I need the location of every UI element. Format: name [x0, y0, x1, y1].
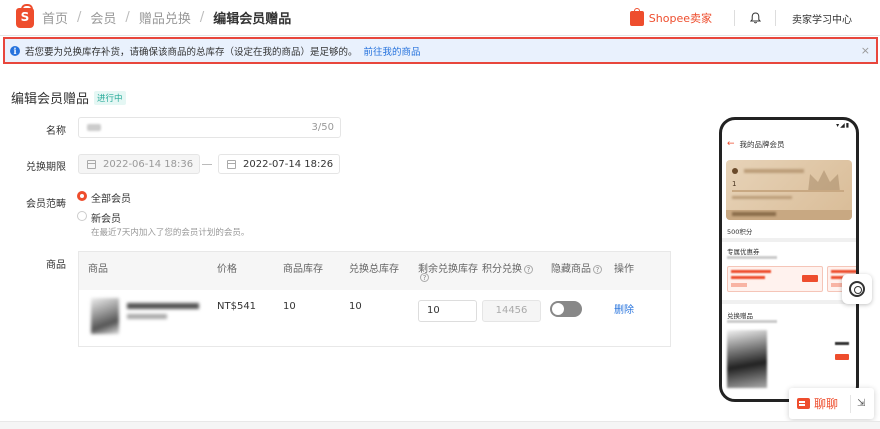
- seller-learning-center-link[interactable]: 卖家学习中心: [776, 11, 880, 26]
- radio-new-members[interactable]: [77, 211, 87, 221]
- status-icons: ▾◢▮: [836, 122, 850, 129]
- shopee-bag-icon: [629, 7, 644, 26]
- th-action: 操作: [614, 264, 634, 275]
- page-bottom-edge: [0, 421, 880, 429]
- chat-icon: [797, 398, 810, 409]
- level-progress-bar: [732, 190, 844, 192]
- radio-all-members[interactable]: [77, 191, 87, 201]
- name-char-count: 3/50: [311, 122, 334, 133]
- th-points: 积分兑换?: [482, 260, 533, 275]
- top-navigation-bar: S 首页 / 会员 / 赠品兑换 / 编辑会员赠品 Shopee卖家 卖家学习中…: [0, 0, 880, 36]
- gift-thumbnail: [727, 330, 767, 388]
- shopee-seller-brand[interactable]: Shopee卖家: [629, 7, 712, 26]
- calendar-icon: [227, 159, 236, 169]
- product-price: NT$541: [217, 301, 257, 312]
- new-members-label[interactable]: 新会员: [91, 210, 121, 225]
- breadcrumb-gift-exchange[interactable]: 赠品兑换: [139, 8, 191, 27]
- question-icon[interactable]: ?: [524, 264, 533, 274]
- product-label: 商品: [46, 260, 66, 271]
- remaining-stock-input[interactable]: 10: [418, 300, 477, 322]
- start-date-field: 2022-06-14 18:36: [78, 154, 200, 174]
- page-title-text: 编辑会员赠品: [11, 92, 90, 107]
- breadcrumb-separator: /: [199, 10, 205, 25]
- brand-label: Shopee卖家: [648, 12, 712, 25]
- chat-label[interactable]: 聊聊: [814, 395, 838, 412]
- new-members-hint: 在最近7天内加入了您的会员计划的会员。: [91, 228, 250, 238]
- calendar-icon: [87, 159, 96, 169]
- card-footer: [726, 210, 852, 220]
- exchange-total-stock: 10: [349, 301, 362, 312]
- blurred-progress-text: [732, 196, 792, 199]
- voucher-card: [727, 266, 823, 292]
- th-hide-text: 隐藏商品: [551, 264, 591, 275]
- member-level: 1: [732, 180, 737, 188]
- blurred-username: [744, 169, 804, 173]
- th-product: 商品: [88, 264, 108, 275]
- breadcrumb-separator: /: [125, 10, 130, 25]
- name-input[interactable]: 3/50: [78, 117, 341, 138]
- notice-message: 若您要为兑换库存补货，请确保该商品的总库存（设定在我的商品）是足够的。: [25, 46, 358, 58]
- status-badge: 进行中: [94, 90, 126, 105]
- gift-card-partial: [835, 330, 853, 380]
- breadcrumb-current: 编辑会员赠品: [213, 12, 292, 27]
- th-hide-product: 隐藏商品?: [551, 260, 602, 275]
- period-label: 兑换期限: [26, 162, 66, 173]
- delete-link[interactable]: 删除: [614, 301, 634, 316]
- member-points: 500积分: [727, 228, 753, 236]
- back-arrow-icon: ←: [727, 139, 735, 149]
- end-date-field[interactable]: 2022-07-14 18:26: [218, 154, 340, 174]
- blurred-name-value: [87, 124, 101, 131]
- avatar: [732, 168, 738, 174]
- th-exchange-total-stock: 兑换总库存: [349, 264, 399, 275]
- question-icon[interactable]: ?: [593, 264, 602, 274]
- divider: [850, 394, 852, 413]
- name-label: 名称: [46, 126, 66, 137]
- th-remaining-stock: 剩余兑换库存: [418, 264, 478, 275]
- blurred-subtitle: [727, 256, 777, 259]
- breadcrumb-member[interactable]: 会员: [90, 8, 116, 27]
- vouchers-section-title: 专属优惠券: [727, 248, 760, 256]
- phone-title: 我的品牌会员: [739, 139, 785, 149]
- info-icon: i: [10, 45, 20, 56]
- membership-card: 1: [726, 160, 852, 220]
- product-thumbnail: [91, 298, 119, 334]
- th-points-text: 积分兑换: [482, 264, 522, 275]
- mobile-preview: ▾◢▮ ← 我的品牌会员 1 500积分 专属优惠券 兑换赠品: [719, 117, 859, 402]
- date-range-separator: [202, 164, 212, 165]
- customer-support-button[interactable]: [842, 274, 872, 304]
- scope-label: 会员范畴: [26, 199, 66, 210]
- hide-product-toggle[interactable]: [550, 301, 582, 317]
- blurred-subtitle: [727, 320, 777, 323]
- th-price: 价格: [217, 264, 237, 275]
- blurred-product-name: [127, 303, 199, 309]
- phone-header: ← 我的品牌会员: [722, 134, 856, 154]
- product-stock: 10: [283, 301, 296, 312]
- end-date-value: 2022-07-14 18:26: [243, 158, 334, 170]
- shopee-logo-icon[interactable]: S: [16, 3, 34, 28]
- all-members-label[interactable]: 全部会员: [91, 190, 131, 205]
- divider: [722, 238, 856, 242]
- gifts-section-title: 兑换赠品: [727, 312, 753, 320]
- headset-icon: [849, 281, 865, 297]
- table-header: 商品 价格 商品库存 兑换总库存 剩余兑换库存 ? 积分兑换? 隐藏商品? 操作: [79, 252, 670, 290]
- points-input: 14456: [482, 300, 541, 322]
- close-icon[interactable]: ×: [861, 44, 870, 57]
- divider: [722, 300, 856, 304]
- th-product-stock: 商品库存: [283, 264, 323, 275]
- restock-notice-banner: i 若您要为兑换库存补货，请确保该商品的总库存（设定在我的商品）是足够的。 前往…: [3, 37, 878, 64]
- breadcrumb-separator: /: [77, 10, 82, 25]
- page-title: 编辑会员赠品 进行中: [11, 88, 126, 107]
- blurred-product-variant: [127, 314, 167, 319]
- gift-product-table: 商品 价格 商品库存 兑换总库存 剩余兑换库存 ? 积分兑换? 隐藏商品? 操作…: [78, 251, 671, 347]
- header-right: Shopee卖家 卖家学习中心: [629, 0, 880, 36]
- start-date-value: 2022-06-14 18:36: [103, 158, 194, 170]
- notification-button[interactable]: [735, 0, 775, 36]
- bell-icon: [749, 12, 761, 24]
- expand-icon[interactable]: ⇲: [857, 398, 865, 409]
- chat-widget[interactable]: 聊聊 ⇲: [789, 388, 874, 419]
- breadcrumb-home[interactable]: 首页: [42, 8, 68, 27]
- phone-status-bar: ▾◢▮: [722, 120, 856, 130]
- go-to-my-products-link[interactable]: 前往我的商品: [364, 44, 421, 58]
- question-icon[interactable]: ?: [420, 273, 429, 282]
